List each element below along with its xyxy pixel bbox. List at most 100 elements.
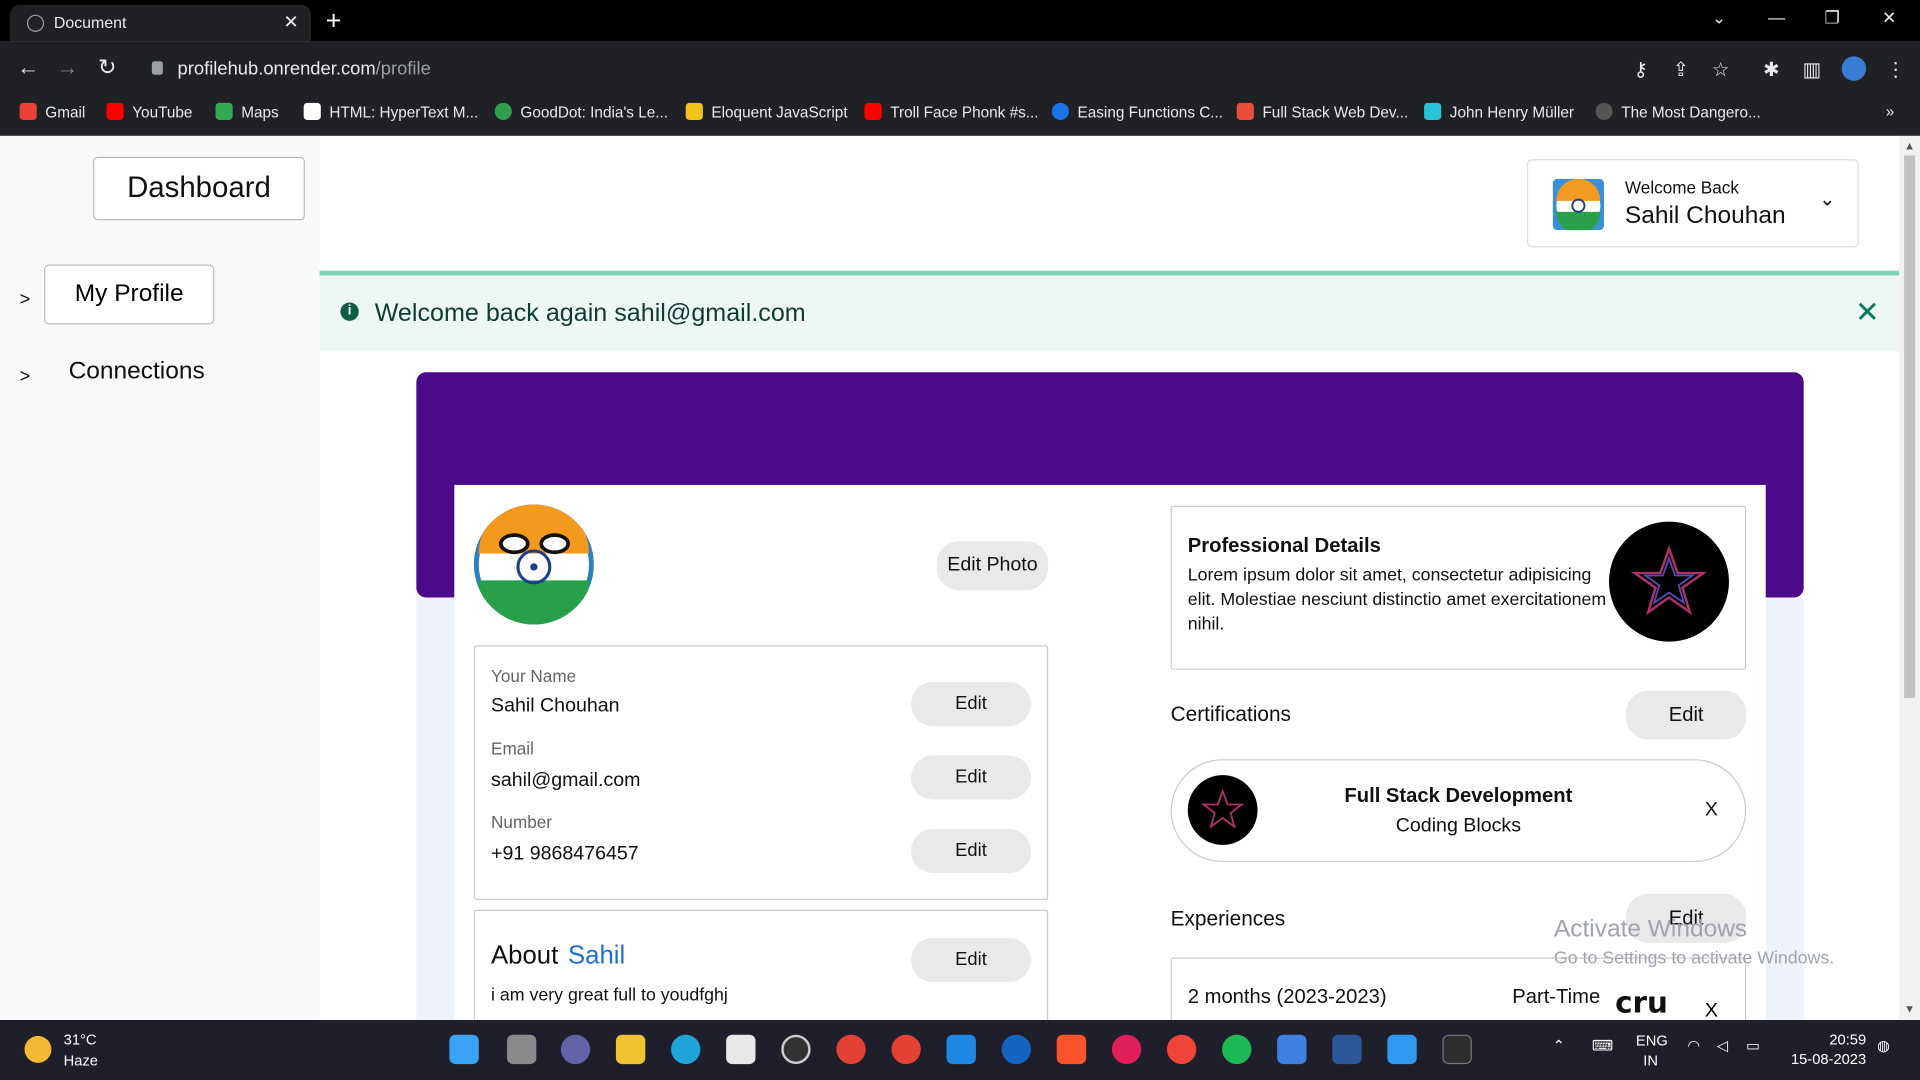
edit-about-button[interactable]: Edit — [911, 937, 1032, 983]
page-scrollbar[interactable]: ▲ ▼ — [1899, 135, 1920, 1021]
spotify-icon[interactable] — [1222, 1034, 1252, 1065]
show-hidden-icons[interactable]: ⌃ — [1553, 1037, 1565, 1054]
edge-icon[interactable] — [671, 1034, 701, 1065]
star-logo-icon — [1608, 521, 1729, 642]
camera-app-icon[interactable] — [1166, 1034, 1197, 1065]
menu-icon[interactable]: ⋮ — [1886, 58, 1906, 82]
chevron-down-icon[interactable]: ⌄ — [1819, 187, 1835, 211]
edit-photo-button[interactable]: Edit Photo — [936, 541, 1049, 591]
edit-certifications-button[interactable]: Edit — [1626, 690, 1747, 740]
dashboard-button[interactable]: Dashboard — [93, 156, 305, 221]
edit-email-button[interactable]: Edit — [911, 755, 1032, 800]
back-icon[interactable]: ← — [17, 55, 39, 81]
close-tab-icon[interactable]: ✕ — [283, 11, 298, 33]
notification-icon[interactable]: ◍ — [1877, 1037, 1890, 1054]
side-panel-icon[interactable]: ▥ — [1802, 58, 1821, 82]
bookmark-gmail[interactable]: Gmail — [19, 102, 85, 121]
browser-tab-bar: Document ✕ + ⌄ — ❐ ✕ — [0, 0, 1920, 42]
language-indicator[interactable]: ENG IN — [1636, 1031, 1668, 1070]
remove-certification-button[interactable]: X — [1705, 800, 1718, 822]
more-bookmarks-icon[interactable]: » — [1886, 103, 1895, 120]
clock[interactable]: 20:59 15-08-2023 — [1791, 1030, 1866, 1069]
paint-icon[interactable] — [1387, 1034, 1417, 1065]
certification-title: Full Stack Development — [1344, 784, 1573, 807]
file-explorer-icon[interactable] — [615, 1034, 646, 1065]
terminal-icon[interactable] — [1442, 1034, 1472, 1065]
extensions-icon[interactable]: ✱ — [1763, 58, 1779, 82]
vpn-icon[interactable] — [1277, 1034, 1307, 1065]
page-icon — [1595, 102, 1613, 121]
sidebar-item-my-profile[interactable]: My Profile — [44, 264, 215, 325]
word-icon[interactable] — [1332, 1034, 1362, 1065]
wifi-icon[interactable]: ◠ — [1687, 1037, 1700, 1054]
maps-icon — [215, 102, 233, 121]
bookmark-youtube[interactable]: YouTube — [106, 102, 192, 121]
globe-icon — [26, 14, 45, 32]
close-window-icon[interactable]: ✕ — [1882, 7, 1896, 28]
close-icon[interactable]: ✕ — [1855, 295, 1880, 331]
bookmark-fullstack[interactable]: Full Stack Web Dev... — [1236, 102, 1408, 121]
bookmark-easing[interactable]: Easing Functions C... — [1051, 102, 1223, 121]
tab-search-icon[interactable]: ⌄ — [1712, 7, 1726, 28]
browser-tab[interactable]: Document ✕ — [9, 4, 312, 42]
password-key-icon[interactable]: ⚷ — [1633, 58, 1647, 82]
address-bar[interactable]: profilehub.onrender.com/profile — [134, 48, 1752, 89]
store-icon[interactable] — [726, 1034, 756, 1065]
certification-item: Full Stack Development Coding Blocks X — [1170, 759, 1747, 863]
ejs-icon — [685, 102, 703, 121]
certifications-heading: Certifications — [1170, 702, 1291, 727]
obs-icon[interactable] — [781, 1034, 811, 1065]
easing-icon — [1051, 102, 1069, 121]
reload-icon[interactable]: ↻ — [98, 55, 116, 81]
url-text: profilehub.onrender.com/profile — [177, 58, 431, 80]
restore-icon[interactable]: ❐ — [1825, 7, 1840, 28]
user-menu[interactable]: Welcome Back Sahil Chouhan ⌄ — [1526, 159, 1859, 248]
chat-icon[interactable] — [560, 1034, 591, 1065]
scroll-thumb[interactable] — [1904, 155, 1916, 698]
edit-name-button[interactable]: Edit — [911, 682, 1032, 727]
email-label: Email — [491, 738, 534, 758]
share-icon[interactable]: ⇪ — [1673, 58, 1689, 82]
minimize-icon[interactable]: — — [1768, 7, 1785, 27]
task-view-icon[interactable] — [506, 1034, 537, 1065]
bookmark-mdn[interactable]: HTML: HyperText M... — [303, 102, 478, 121]
lock-icon — [151, 61, 163, 75]
new-tab-icon[interactable]: + — [326, 5, 342, 37]
slack-icon[interactable] — [1111, 1034, 1142, 1065]
scroll-up-icon[interactable]: ▲ — [1904, 140, 1915, 152]
bookmark-most-dangerous[interactable]: The Most Dangero... — [1595, 102, 1761, 121]
start-icon[interactable] — [449, 1034, 479, 1065]
gooddot-icon — [494, 102, 512, 121]
scroll-down-icon[interactable]: ▼ — [1904, 1003, 1915, 1015]
bookmark-john-henry[interactable]: John Henry Müller — [1424, 102, 1574, 121]
youtube-icon — [864, 102, 882, 121]
bookmark-maps[interactable]: Maps — [215, 102, 279, 121]
welcome-label: Welcome Back — [1624, 177, 1739, 198]
keyboard-icon[interactable]: ⌨ — [1592, 1037, 1613, 1054]
bookmark-gooddot[interactable]: GoodDot: India's Le... — [494, 102, 668, 121]
alert-message: Welcome back again sahil@gmail.com — [374, 298, 806, 327]
sidebar-item-connections[interactable]: Connections — [69, 358, 205, 386]
info-icon: i — [340, 302, 359, 321]
chrome-active-icon[interactable] — [891, 1034, 921, 1065]
experience-type: Part-Time — [1512, 985, 1601, 1008]
vscode-icon[interactable] — [946, 1034, 976, 1065]
bookmark-troll-face[interactable]: Troll Face Phonk #s... — [864, 102, 1039, 121]
chrome-icon[interactable] — [836, 1034, 866, 1065]
name-value: Sahil Chouhan — [491, 695, 620, 717]
remove-experience-button[interactable]: X — [1705, 1000, 1718, 1020]
battery-icon[interactable]: ▭ — [1746, 1037, 1760, 1054]
mdn-icon — [303, 102, 321, 121]
bookmark-eloquent-js[interactable]: Eloquent JavaScript — [685, 102, 848, 121]
weather-temp: 31°C — [63, 1031, 97, 1049]
bookmark-star-icon[interactable]: ☆ — [1712, 58, 1730, 82]
forward-icon[interactable]: → — [56, 55, 78, 81]
professional-heading: Professional Details — [1187, 535, 1381, 558]
profile-avatar-icon[interactable] — [1841, 56, 1867, 81]
tab-title: Document — [53, 13, 127, 32]
brave-icon[interactable] — [1056, 1034, 1087, 1065]
personal-info-card: Your Name Sahil Chouhan Edit Email sahil… — [473, 645, 1049, 901]
volume-icon[interactable]: ◁ — [1717, 1037, 1728, 1054]
word-online-icon[interactable] — [1001, 1034, 1032, 1065]
edit-number-button[interactable]: Edit — [911, 828, 1032, 874]
